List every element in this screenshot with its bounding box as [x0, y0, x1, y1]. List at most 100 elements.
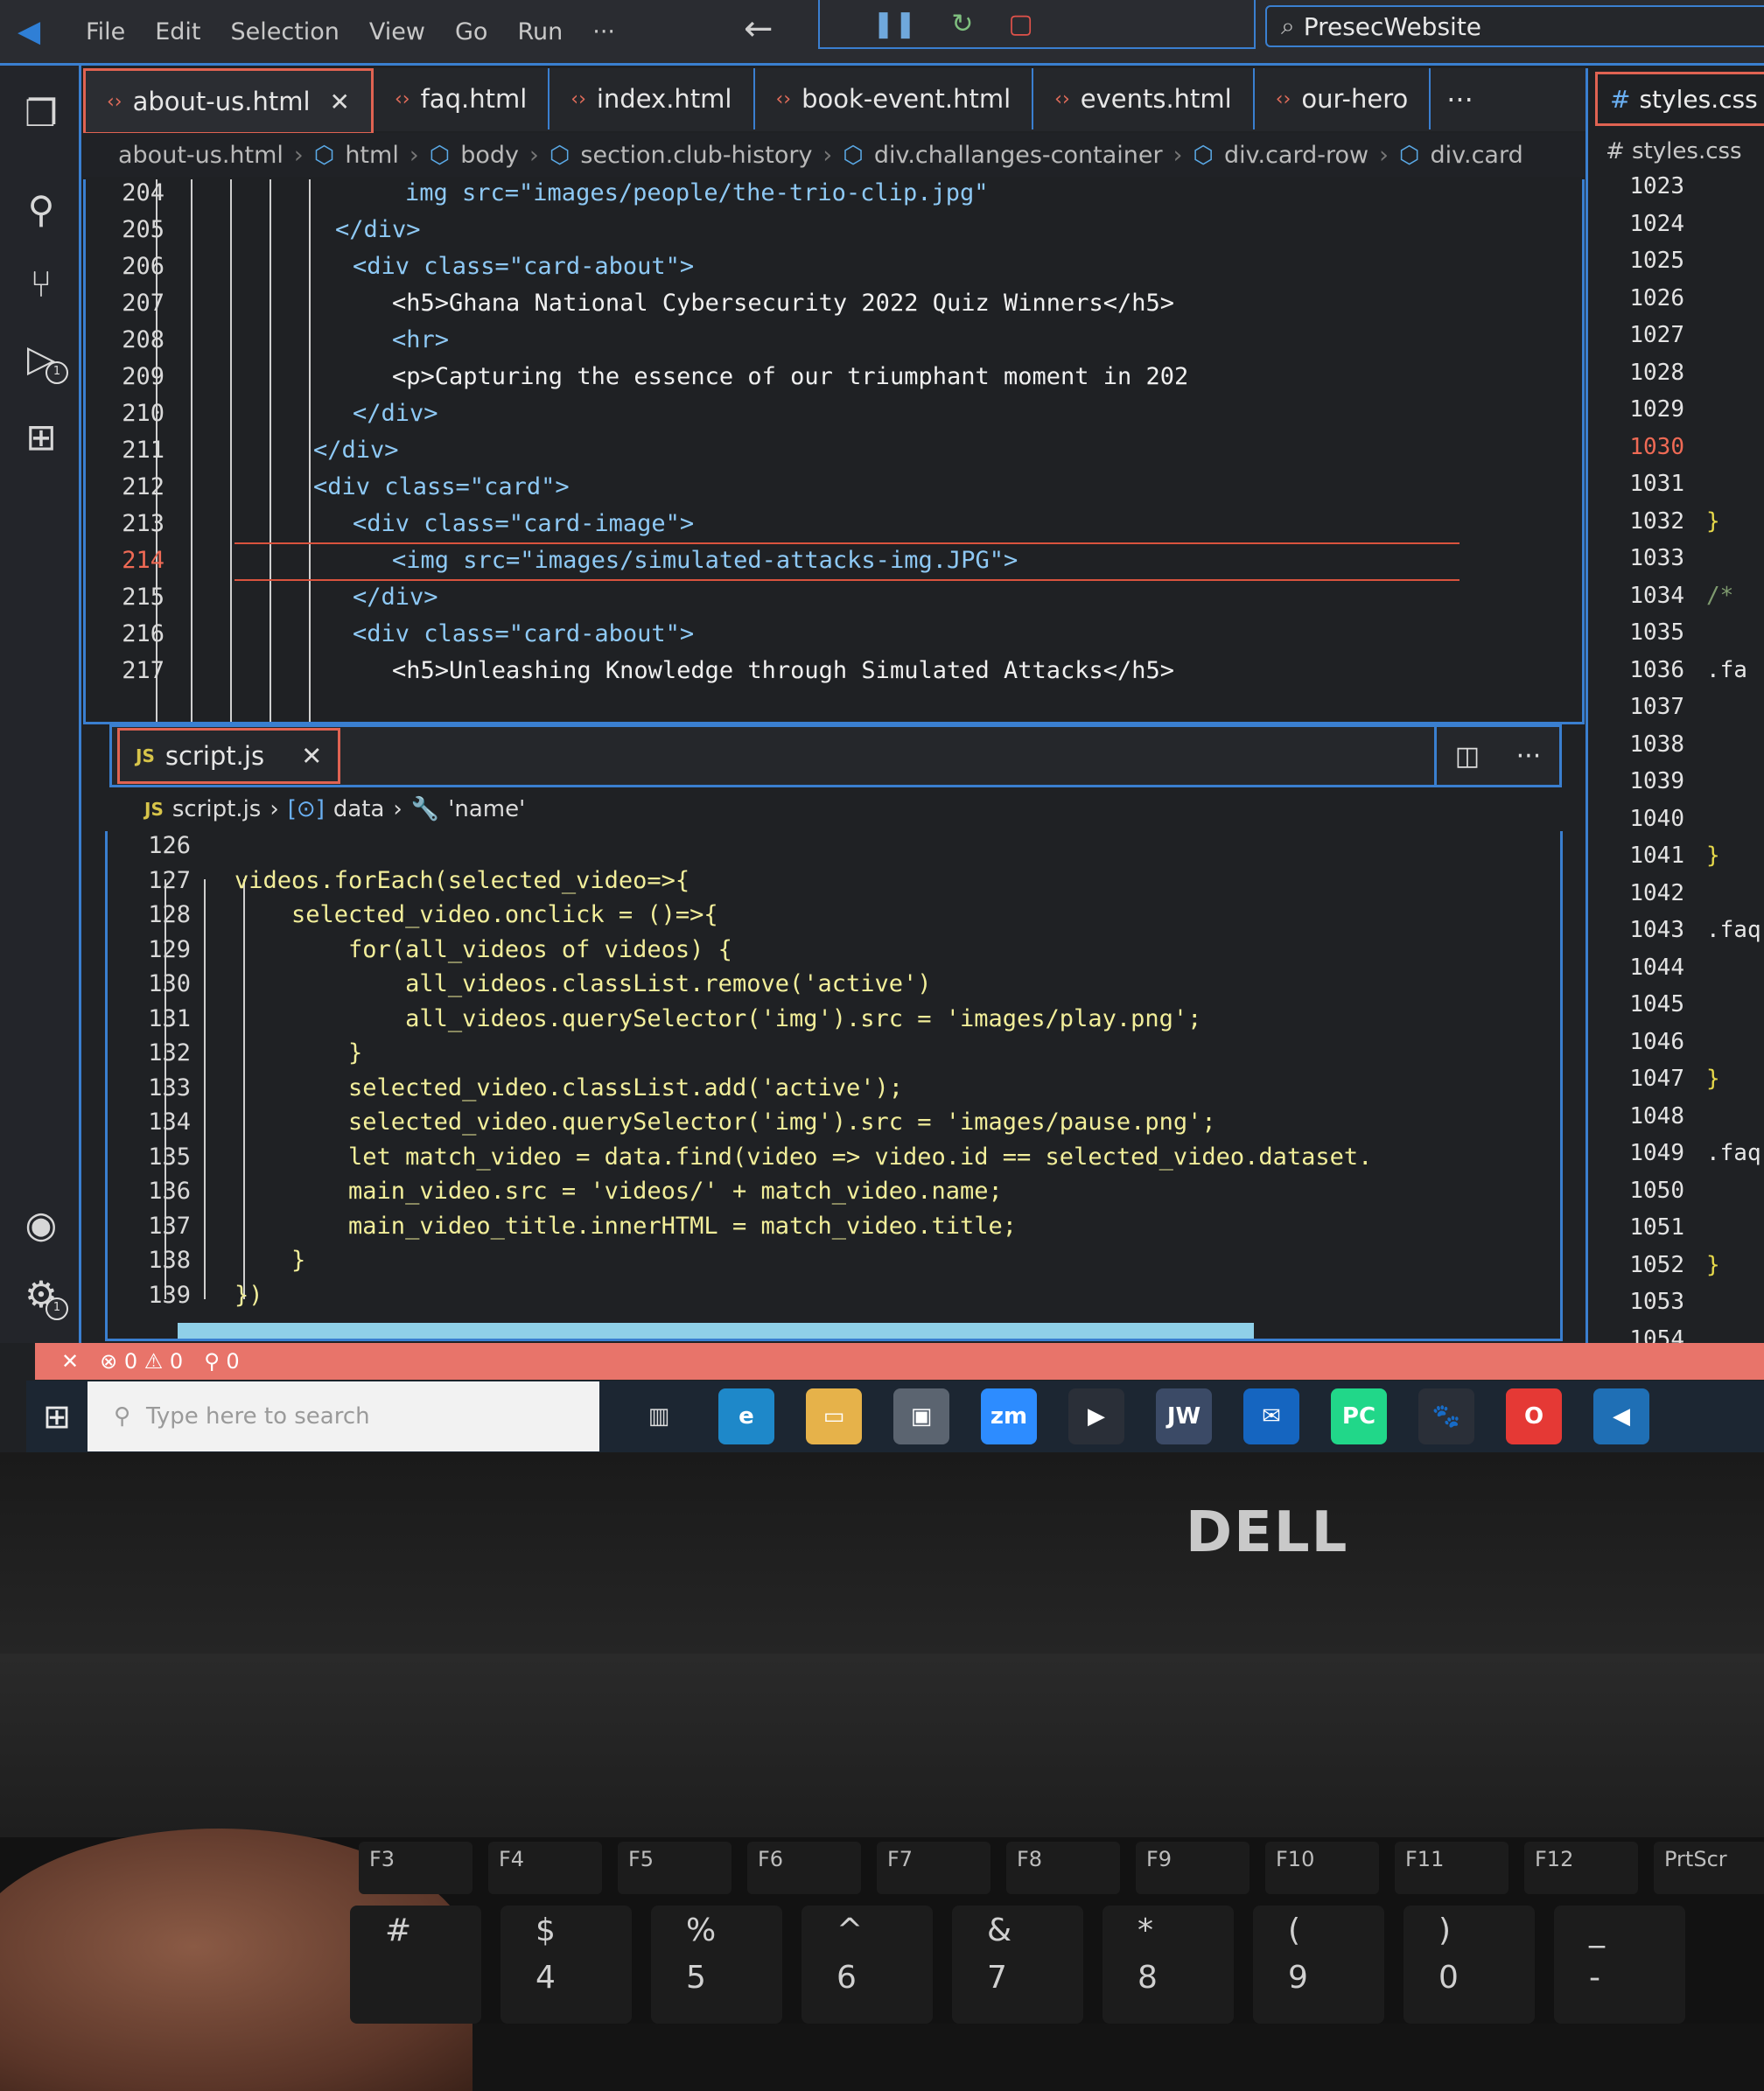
- menu-run[interactable]: Run: [517, 18, 563, 45]
- code-line[interactable]: }: [1706, 1252, 1720, 1278]
- ports-indicator[interactable]: ⚲ 0: [204, 1349, 240, 1374]
- menu-more[interactable]: ···: [592, 18, 615, 45]
- code-line[interactable]: }: [1706, 1066, 1720, 1092]
- html-editor[interactable]: 204 img src="images/people/the-trio-clip.…: [83, 179, 1585, 724]
- code-line[interactable]: /*: [1706, 583, 1733, 609]
- stop-icon[interactable]: ▢: [1008, 9, 1032, 39]
- errors-indicator[interactable]: ⊗ 0 ⚠ 0: [100, 1349, 183, 1374]
- code-line[interactable]: selected_video.classList.add('active');: [234, 1070, 903, 1107]
- horizontal-scrollbar[interactable]: [178, 1323, 1254, 1339]
- more-actions-icon[interactable]: ···: [1516, 741, 1542, 772]
- vscode-icon[interactable]: ◀: [1593, 1388, 1649, 1444]
- settings-gear-icon[interactable]: ⚙ 1: [19, 1273, 68, 1320]
- code-line[interactable]: .faq: [1706, 917, 1761, 943]
- breadcrumb-file[interactable]: about-us.html: [118, 142, 284, 169]
- pause-icon[interactable]: ❚❚: [872, 9, 916, 39]
- code-line[interactable]: for(all_videos of videos) {: [234, 932, 732, 969]
- line-number: 208: [122, 326, 164, 353]
- paw-icon[interactable]: 🐾: [1418, 1388, 1474, 1444]
- code-line[interactable]: <p>Capturing the essence of our triumpha…: [392, 359, 1188, 395]
- store-icon[interactable]: ▣: [893, 1388, 949, 1444]
- menu-go[interactable]: Go: [455, 18, 487, 45]
- search-icon[interactable]: ⚲: [19, 188, 63, 232]
- account-icon[interactable]: ◉: [19, 1203, 63, 1247]
- code-line[interactable]: .faq-: [1706, 1140, 1764, 1166]
- code-line[interactable]: <h5>Ghana National Cybersecurity 2022 Qu…: [392, 285, 1174, 322]
- breadcrumb-name[interactable]: 'name': [448, 796, 525, 822]
- code-line[interactable]: </div>: [353, 395, 438, 432]
- tab-styles-css[interactable]: # styles.css: [1595, 72, 1764, 126]
- menu-file[interactable]: File: [86, 18, 125, 45]
- breadcrumb-body[interactable]: body: [460, 142, 519, 169]
- tab-book-event[interactable]: ‹› book-event.html: [755, 68, 1034, 129]
- menu-selection[interactable]: Selection: [230, 18, 339, 45]
- code-line[interactable]: selected_video.querySelector('img').src …: [234, 1104, 1216, 1141]
- command-center-search[interactable]: ⌕ PresecWebsite: [1265, 5, 1764, 47]
- breadcrumb-section[interactable]: section.club-history: [580, 142, 812, 169]
- code-line[interactable]: videos.forEach(selected_video=>{: [234, 863, 690, 899]
- code-line[interactable]: main_video_title.innerHTML = match_video…: [234, 1208, 1017, 1245]
- split-editor-icon[interactable]: ◫: [1455, 741, 1480, 772]
- js-editor[interactable]: 126 127 videos.forEach(selected_video=>{12…: [105, 831, 1563, 1341]
- code-line[interactable]: <div class="card">: [313, 469, 570, 506]
- code-line[interactable]: main_video.src = 'videos/' + match_video…: [234, 1173, 1003, 1210]
- mail-icon[interactable]: ✉: [1243, 1388, 1299, 1444]
- menu-view[interactable]: View: [369, 18, 425, 45]
- code-line[interactable]: }: [1706, 843, 1720, 869]
- zoom-icon[interactable]: zm: [981, 1388, 1037, 1444]
- tab-faq[interactable]: ‹› faq.html: [374, 68, 550, 129]
- code-line[interactable]: }): [234, 1277, 263, 1314]
- css-breadcrumb[interactable]: # styles.css: [1606, 138, 1742, 164]
- taskbar-search[interactable]: ⚲ Type here to search: [88, 1381, 599, 1451]
- explorer-icon[interactable]: ❐: [19, 92, 63, 136]
- remote-icon[interactable]: ✕: [61, 1349, 79, 1374]
- tab-index[interactable]: ‹› index.html: [550, 68, 755, 129]
- tab-about-us[interactable]: ‹› about-us.html ✕: [83, 68, 374, 135]
- breadcrumb-file[interactable]: script.js: [172, 796, 262, 822]
- breadcrumb-challanges[interactable]: div.challanges-container: [874, 142, 1163, 169]
- back-arrow-icon[interactable]: ←: [744, 9, 774, 49]
- media-player-icon[interactable]: ▶: [1068, 1388, 1124, 1444]
- css-editor-pane[interactable]: # styles.css # styles.css 1023 1024 1025 10…: [1586, 68, 1764, 1353]
- pycharm-icon[interactable]: PC: [1331, 1388, 1387, 1444]
- file-explorer-icon[interactable]: ▭: [806, 1388, 862, 1444]
- code-line[interactable]: </div>: [335, 212, 421, 248]
- breadcrumb-card-row[interactable]: div.card-row: [1224, 142, 1368, 169]
- task-view-icon[interactable]: ▥: [631, 1388, 687, 1444]
- code-line[interactable]: all_videos.classList.remove('active'): [234, 966, 931, 1003]
- breadcrumb-data[interactable]: data: [333, 796, 385, 822]
- code-line[interactable]: }: [1706, 508, 1720, 535]
- windows-start-icon[interactable]: ⊞: [26, 1397, 88, 1436]
- restart-icon[interactable]: ↻: [951, 9, 973, 39]
- jw-icon[interactable]: JW: [1156, 1388, 1212, 1444]
- close-icon[interactable]: ✕: [301, 741, 322, 771]
- code-line[interactable]: .fa: [1706, 657, 1747, 683]
- breadcrumb-card[interactable]: div.card: [1430, 142, 1522, 169]
- code-line[interactable]: }: [234, 1242, 305, 1279]
- menu-edit[interactable]: Edit: [155, 18, 200, 45]
- code-line[interactable]: }: [234, 1035, 362, 1072]
- more-tabs-button[interactable]: ···: [1431, 68, 1489, 131]
- close-icon[interactable]: ✕: [330, 87, 350, 116]
- code-line[interactable]: <img src="images/simulated-attacks-img.J…: [392, 542, 1018, 579]
- opera-icon[interactable]: O: [1506, 1388, 1562, 1444]
- code-line[interactable]: let match_video = data.find(video => vid…: [234, 1139, 1372, 1176]
- code-line[interactable]: <hr>: [392, 322, 449, 359]
- source-control-icon[interactable]: ⑂: [19, 262, 63, 306]
- code-line[interactable]: <h5>Unleashing Knowledge through Simulat…: [392, 653, 1174, 689]
- code-line[interactable]: <div class="card-about">: [353, 616, 694, 653]
- tab-events[interactable]: ‹› events.html: [1033, 68, 1255, 129]
- code-line[interactable]: <div class="card-about">: [353, 248, 694, 285]
- code-line[interactable]: </div>: [353, 579, 438, 616]
- code-line[interactable]: </div>: [313, 432, 399, 469]
- code-line[interactable]: selected_video.onclick = ()=>{: [234, 897, 718, 934]
- code-line[interactable]: img src="images/people/the-trio-clip.jpg…: [405, 179, 988, 212]
- breadcrumb-html[interactable]: html: [345, 142, 399, 169]
- edge-icon[interactable]: e: [718, 1388, 774, 1444]
- run-debug-icon[interactable]: ▷ 1: [19, 337, 68, 384]
- tab-our-hero[interactable]: ‹› our-hero: [1255, 68, 1432, 129]
- tab-script-js[interactable]: JS script.js ✕: [117, 728, 341, 784]
- code-line[interactable]: <div class="card-image">: [353, 506, 694, 542]
- extensions-icon[interactable]: ⊞: [19, 416, 63, 459]
- code-line[interactable]: all_videos.querySelector('img').src = 'i…: [234, 1001, 1201, 1038]
